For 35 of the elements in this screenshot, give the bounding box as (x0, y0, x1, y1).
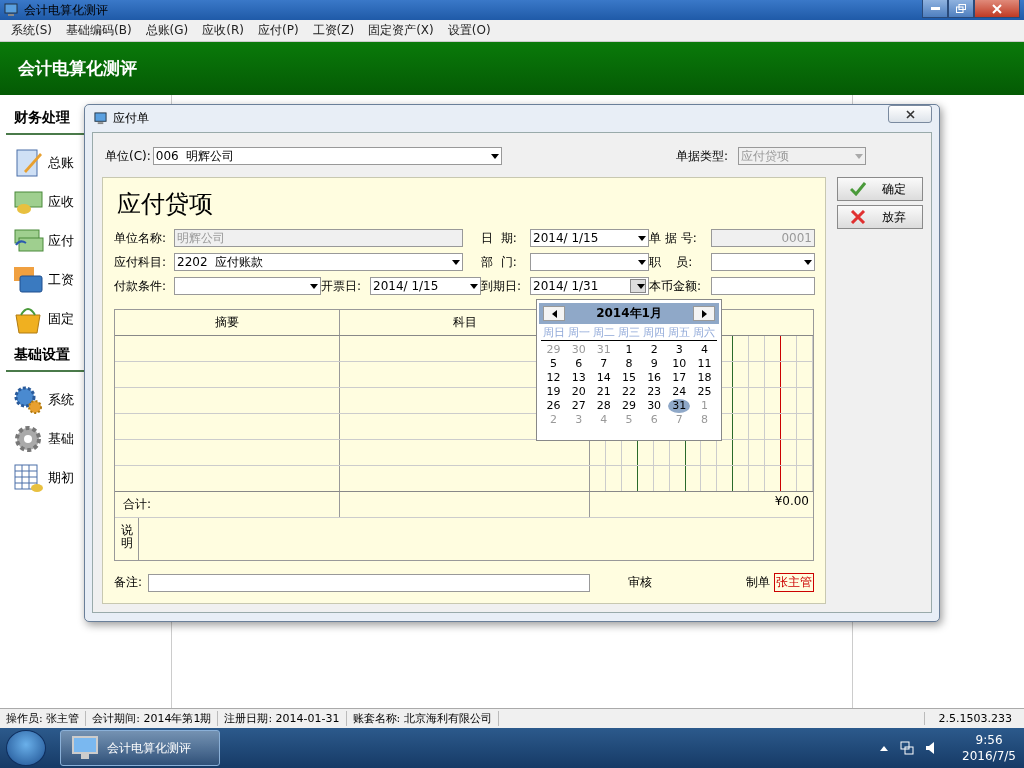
total-amount: ¥0.00 (773, 493, 810, 510)
status-item: 会计期间: 2014年第1期 (86, 711, 219, 726)
note-label: 说明 (121, 524, 133, 551)
dialog-title: 应付单 (113, 110, 149, 127)
field-label: 开票日: (321, 277, 363, 295)
weekday-label: 周三 (617, 325, 641, 340)
field-label: 备注: (114, 574, 143, 591)
field-label: 付款条件: (114, 277, 168, 295)
status-item: 账套名称: 北京海利有限公司 (346, 711, 499, 726)
form-title: 应付贷项 (117, 189, 214, 220)
status-item: 操作员: 张主管 (0, 711, 87, 726)
version-text: 2.5.1503.233 (923, 712, 1024, 725)
field-label: 职 员: (649, 253, 694, 271)
field-label: 单位名称: (114, 229, 168, 247)
window-title: 会计电算化测评 (24, 1, 108, 19)
maker-stamp: 张主管 (774, 573, 814, 592)
field-label: 单位(C): (105, 147, 151, 165)
field-label: 应付科目: (114, 253, 168, 271)
weekday-label: 周五 (667, 325, 692, 340)
review-label: 审核 (628, 574, 653, 591)
calendar-title: 2014年1月 (596, 305, 662, 322)
status-item: 注册日期: 2014-01-31 (218, 711, 347, 726)
weekday-label: 周四 (642, 325, 667, 340)
column-header: 摘要 (115, 310, 340, 335)
field-label: 日 期: (481, 229, 518, 247)
maker-label: 制单 (746, 574, 770, 591)
total-label: 合计: (115, 492, 340, 517)
header-title: 会计电算化测评 (18, 57, 137, 80)
field-label: 到期日: (481, 277, 523, 295)
weekday-label: 周六 (692, 325, 717, 340)
field-label: 单 据 号: (649, 229, 698, 247)
field-label: 本币金额: (649, 277, 703, 295)
field-label: 单据类型: (675, 147, 728, 165)
field-label: 部 门: (481, 253, 518, 271)
weekday-label: 周二 (591, 325, 616, 340)
